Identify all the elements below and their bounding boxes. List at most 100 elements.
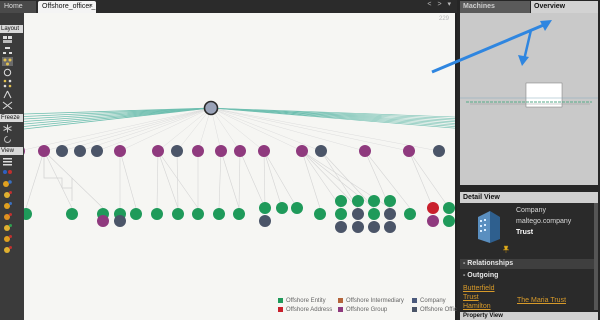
graph-node[interactable] — [66, 208, 78, 220]
layout-block-icon[interactable] — [2, 35, 13, 44]
graph-node[interactable] — [24, 145, 25, 157]
view-size-icon[interactable] — [2, 201, 13, 210]
view-color-icon[interactable] — [2, 190, 13, 199]
graph-node[interactable] — [74, 145, 86, 157]
tab-machines[interactable]: Machines — [460, 1, 530, 13]
graph-node[interactable] — [276, 202, 288, 214]
freeze-icon[interactable] — [2, 124, 13, 133]
link-the-maria-trust[interactable]: The Maria Trust — [517, 296, 566, 305]
legend-label: Offshore Group — [346, 307, 388, 313]
view-diverse-icon[interactable] — [2, 212, 13, 221]
close-tab-icon[interactable]: × — [89, 1, 93, 13]
graph-node[interactable] — [172, 208, 184, 220]
tab-home[interactable]: Home — [0, 1, 36, 13]
edge-line — [408, 150, 434, 209]
outgoing-header[interactable]: - Outgoing — [460, 271, 598, 281]
detail-view-panel: Company maltego.company Trust - Relation… — [460, 203, 598, 310]
graph-node[interactable] — [368, 208, 380, 220]
selected-hub-node[interactable] — [203, 100, 219, 116]
overview-minimap[interactable] — [460, 13, 598, 185]
graph-node[interactable] — [213, 208, 225, 220]
view-list-icon[interactable] — [2, 157, 13, 166]
view-bubble-icon[interactable] — [2, 179, 13, 188]
graph-node[interactable] — [352, 208, 364, 220]
graph-node[interactable] — [443, 215, 455, 227]
graph-node[interactable] — [443, 202, 455, 214]
tab-offshore-officer[interactable]: Offshore_officer_ × — [38, 1, 96, 13]
graph-node[interactable] — [384, 208, 396, 220]
layout-tree-icon[interactable] — [2, 90, 13, 99]
graph-node[interactable] — [192, 208, 204, 220]
graph-node[interactable] — [91, 145, 103, 157]
edge-line — [301, 150, 321, 209]
layout-organic-icon[interactable] — [2, 57, 13, 66]
company-building-icon — [478, 211, 500, 243]
graph-node[interactable] — [192, 145, 204, 157]
graph-node[interactable] — [130, 208, 142, 220]
tab-strip: Home Offshore_officer_ × < > ▾ — [0, 0, 457, 13]
graph-node[interactable] — [56, 145, 68, 157]
layout-interactive-icon[interactable] — [2, 79, 13, 88]
overview-panel[interactable] — [460, 13, 598, 185]
graph-node[interactable] — [259, 202, 271, 214]
view-nodes-icon[interactable] — [2, 168, 13, 177]
relationships-header[interactable]: - Relationships — [460, 259, 598, 269]
graph-node[interactable] — [24, 208, 32, 220]
graph-node[interactable] — [384, 221, 396, 233]
graph-node[interactable] — [368, 195, 380, 207]
entity-id: maltego.company — [516, 218, 572, 225]
entity-graph[interactable] — [24, 13, 455, 320]
overview-tabs: Machines Overview — [460, 1, 598, 13]
overview-viewport[interactable] — [525, 82, 563, 108]
graph-node[interactable] — [368, 221, 380, 233]
graph-node[interactable] — [427, 202, 439, 214]
graph-node[interactable] — [315, 145, 327, 157]
layout-circular-icon[interactable] — [2, 68, 13, 77]
graph-node[interactable] — [335, 221, 347, 233]
graph-canvas[interactable]: 229 Offshore Entity Offshore Intermediary… — [24, 13, 462, 320]
layout-expand-icon[interactable] — [2, 101, 13, 110]
pin-icon[interactable] — [502, 245, 510, 253]
view-entity-icon[interactable] — [2, 223, 13, 232]
graph-node[interactable] — [359, 145, 371, 157]
graph-node[interactable] — [258, 145, 270, 157]
graph-node[interactable] — [38, 145, 50, 157]
legend-swatch — [278, 298, 283, 303]
legend-label: Offshore Officer — [420, 307, 463, 313]
graph-node[interactable] — [403, 145, 415, 157]
graph-node[interactable] — [151, 208, 163, 220]
view-links-icon[interactable] — [2, 245, 13, 254]
graph-node[interactable] — [114, 145, 126, 157]
graph-node[interactable] — [171, 145, 183, 157]
tab-overview[interactable]: Overview — [531, 1, 598, 13]
graph-node[interactable] — [427, 215, 439, 227]
toolbar-layout-label: Layout — [0, 25, 23, 33]
graph-node[interactable] — [114, 215, 126, 227]
view-weight-icon[interactable] — [2, 234, 13, 243]
refresh-icon[interactable] — [2, 135, 13, 144]
graph-node[interactable] — [335, 195, 347, 207]
link-hamilton[interactable]: Hamilton — [463, 302, 491, 311]
graph-node[interactable] — [335, 208, 347, 220]
graph-node[interactable] — [352, 221, 364, 233]
graph-node[interactable] — [433, 145, 445, 157]
graph-node[interactable] — [404, 208, 416, 220]
edge-line — [238, 150, 241, 209]
layout-hierarchical-icon[interactable] — [2, 46, 13, 55]
graph-node[interactable] — [296, 145, 308, 157]
graph-node[interactable] — [259, 215, 271, 227]
tab-navigation[interactable]: < > ▾ — [427, 0, 453, 8]
link-butterfield[interactable]: Butterfield — [463, 284, 495, 293]
graph-node[interactable] — [215, 145, 227, 157]
graph-node[interactable] — [291, 202, 303, 214]
graph-node[interactable] — [234, 145, 246, 157]
link-trust[interactable]: Trust — [463, 293, 479, 302]
detail-scrollbar[interactable] — [594, 203, 598, 310]
graph-node[interactable] — [233, 208, 245, 220]
graph-node[interactable] — [97, 215, 109, 227]
graph-node[interactable] — [384, 195, 396, 207]
legend-item: Offshore Intermediary — [338, 298, 404, 304]
graph-node[interactable] — [152, 145, 164, 157]
graph-node[interactable] — [352, 195, 364, 207]
graph-node[interactable] — [314, 208, 326, 220]
